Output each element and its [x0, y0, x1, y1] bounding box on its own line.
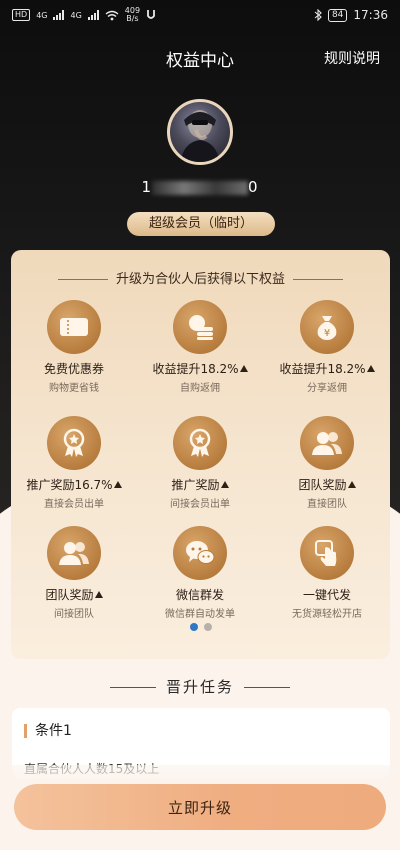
sim1-label: 4G	[36, 10, 48, 20]
team-icon	[47, 526, 101, 580]
arrow-up-icon	[113, 481, 122, 488]
clock: 17:36	[353, 8, 388, 22]
signal-icon	[53, 10, 65, 20]
page-dot[interactable]	[203, 623, 212, 631]
medal-icon	[173, 416, 227, 470]
benefit-title: 推广奖励	[137, 476, 263, 493]
divider	[293, 279, 343, 280]
tasks-heading-text: 晋升任务	[165, 678, 234, 696]
ticket-icon	[47, 300, 101, 354]
phone-prefix: 1	[141, 178, 152, 196]
benefit-title-text: 收益提升18.2%	[152, 362, 239, 376]
tasks-heading: 晋升任务	[0, 676, 400, 697]
benefit-free-coupon[interactable]: 免费优惠券 购物更省钱	[11, 300, 137, 394]
benefits-heading: 升级为合伙人后获得以下权益	[11, 268, 390, 287]
signal-icon	[87, 10, 99, 20]
rules-link[interactable]: 规则说明	[324, 48, 380, 68]
benefit-title-text: 团队奖励	[298, 478, 347, 492]
sim2-label: 4G	[70, 10, 82, 20]
svg-text:¥: ¥	[324, 328, 330, 339]
benefit-share-rebate[interactable]: ¥ 收益提升18.2% 分享返佣	[264, 300, 390, 394]
benefit-title-text: 推广奖励16.7%	[26, 478, 113, 492]
benefit-subtitle: 自购返佣	[180, 383, 220, 394]
status-right: 84 17:36	[314, 8, 388, 22]
benefits-heading-text: 升级为合伙人后获得以下权益	[115, 272, 285, 287]
tap-icon	[300, 526, 354, 580]
benefit-title: 收益提升18.2%	[264, 360, 390, 377]
wechat-icon	[173, 526, 227, 580]
arrow-up-icon	[239, 365, 248, 372]
hd-indicator: HD	[12, 9, 31, 21]
benefit-title: 微信群发	[175, 588, 224, 602]
money-bag-icon: ¥	[300, 300, 354, 354]
benefit-title-text: 推广奖励	[171, 478, 220, 492]
network-speed: 409 B/s	[124, 6, 141, 23]
condition-title: 条件1	[24, 724, 72, 738]
page-title: 权益中心	[166, 50, 234, 71]
wifi-icon	[105, 10, 119, 20]
coins-icon	[173, 300, 227, 354]
benefit-title-text: 收益提升18.2%	[279, 362, 366, 376]
benefit-promo-direct[interactable]: 推广奖励16.7% 直接会员出单	[11, 416, 137, 510]
notification-u-icon	[147, 10, 155, 19]
benefit-title: 一键代发	[302, 588, 351, 602]
page-indicator	[11, 616, 390, 635]
benefit-title: 收益提升18.2%	[137, 360, 263, 377]
upgrade-now-button[interactable]: 立即升级	[14, 784, 386, 830]
status-left: HD 4G 4G 409 B/s	[12, 7, 156, 23]
arrow-up-icon	[94, 591, 103, 598]
benefit-subtitle: 分享返佣	[307, 383, 347, 394]
arrow-up-icon	[220, 481, 229, 488]
page-dot-active[interactable]	[189, 623, 198, 631]
benefit-subtitle: 购物更省钱	[49, 383, 99, 394]
medal-icon	[47, 416, 101, 470]
battery-icon: 84	[327, 8, 348, 22]
benefit-wechat-broadcast[interactable]: 微信群发 微信群自动发单	[137, 526, 263, 620]
benefit-subtitle: 间接会员出单	[170, 499, 230, 510]
divider	[109, 687, 156, 688]
arrow-up-icon	[347, 481, 356, 488]
benefit-title: 推广奖励16.7%	[11, 476, 137, 493]
benefits-card: 升级为合伙人后获得以下权益 免费优惠券 购物更省钱 收益提升18.2% 自购返佣…	[11, 250, 390, 659]
benefit-subtitle: 直接团队	[307, 499, 347, 510]
status-bar: HD 4G 4G 409 B/s 84 17:36	[0, 0, 400, 30]
team-icon	[300, 416, 354, 470]
benefit-title: 团队奖励	[264, 476, 390, 493]
benefit-title: 团队奖励	[11, 586, 137, 603]
bluetooth-icon	[314, 9, 322, 21]
avatar[interactable]	[167, 99, 233, 165]
benefit-title: 免费优惠券	[43, 362, 104, 376]
arrow-up-icon	[366, 365, 375, 372]
avatar-portrait-icon	[180, 110, 220, 162]
benefit-title-text: 团队奖励	[45, 588, 94, 602]
benefit-team-direct[interactable]: 团队奖励 直接团队	[264, 416, 390, 510]
divider	[244, 687, 290, 688]
phone-suffix: 0	[248, 178, 259, 196]
phone-number: 10	[0, 178, 400, 196]
member-status-badge: 超级会员（临时）	[127, 212, 275, 236]
masked-digits	[152, 180, 248, 195]
benefit-promo-indirect[interactable]: 推广奖励 间接会员出单	[137, 416, 263, 510]
benefit-team-indirect[interactable]: 团队奖励 间接团队	[11, 526, 137, 620]
benefit-self-purchase-rebate[interactable]: 收益提升18.2% 自购返佣	[137, 300, 263, 394]
nav-bar: 权益中心 规则说明	[0, 38, 400, 78]
divider	[57, 279, 108, 280]
benefit-one-click-dropship[interactable]: 一键代发 无货源轻松开店	[264, 526, 390, 620]
benefit-subtitle: 直接会员出单	[44, 499, 104, 510]
